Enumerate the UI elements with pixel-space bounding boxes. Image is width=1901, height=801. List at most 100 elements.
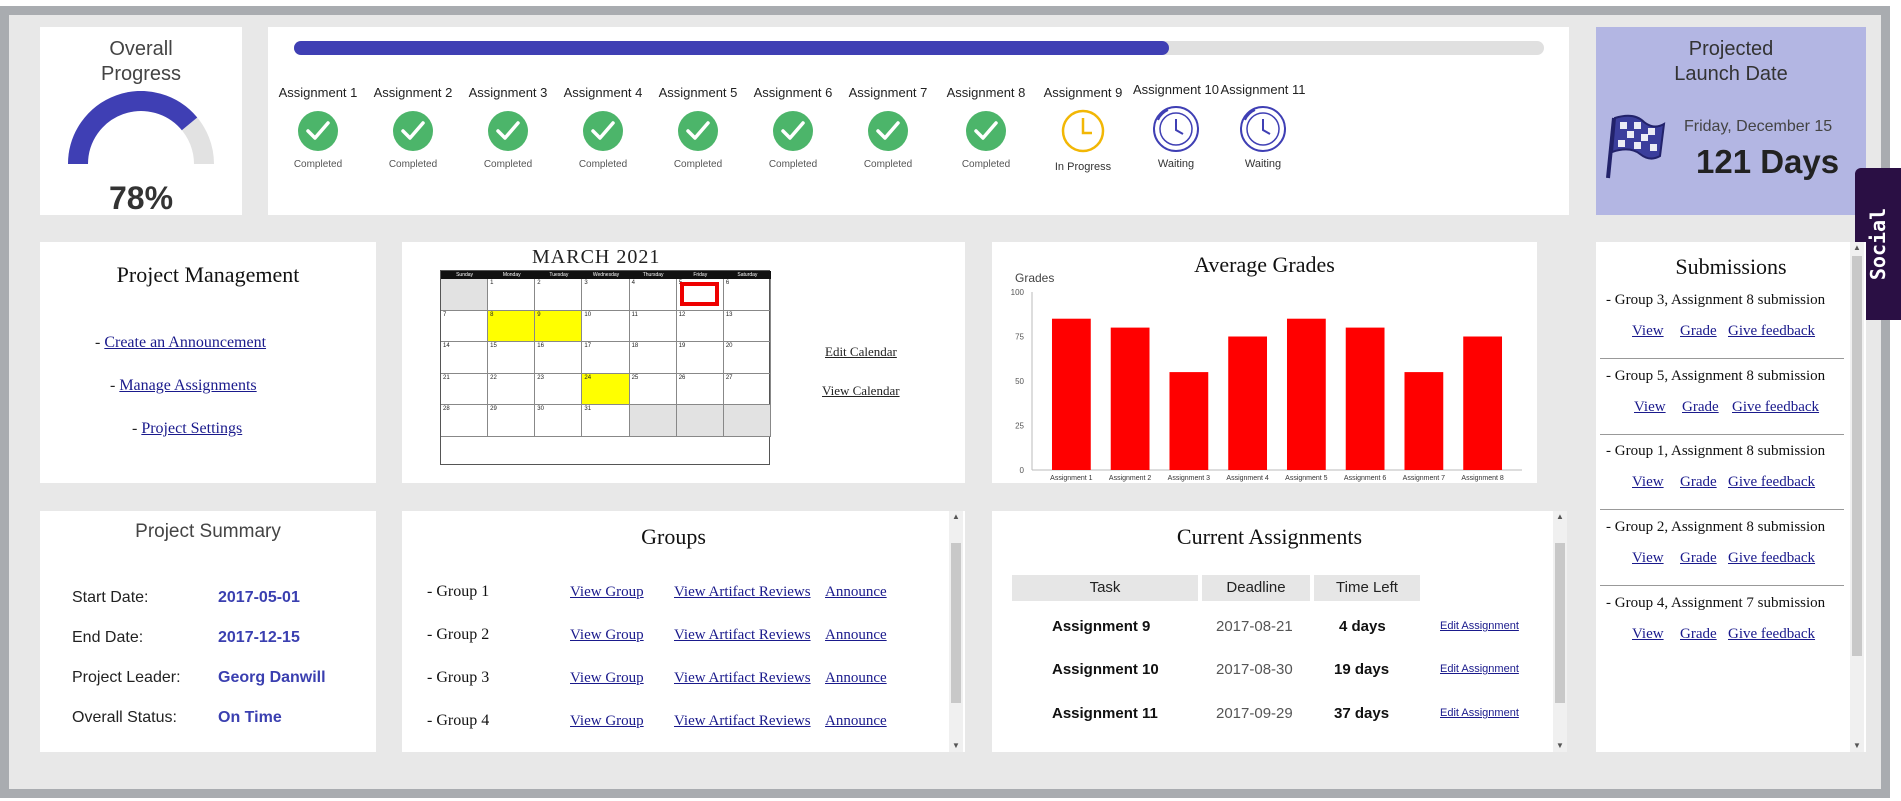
- current-assignments-scrollbar[interactable]: ▲ ▼: [1553, 511, 1567, 752]
- grade-bar[interactable]: [1463, 336, 1503, 471]
- view-submission-link[interactable]: View: [1634, 399, 1666, 416]
- calendar-day-cell[interactable]: [723, 405, 771, 437]
- view-group-link[interactable]: View Group: [570, 627, 644, 644]
- announce-link[interactable]: Announce: [825, 584, 887, 601]
- assignment-milestone[interactable]: Assignment 6 Completed: [738, 85, 848, 170]
- announce-link[interactable]: Announce: [825, 713, 887, 730]
- grade-submission-link[interactable]: Grade: [1680, 550, 1717, 567]
- calendar-day-cell[interactable]: 21: [441, 373, 489, 405]
- calendar-day-cell[interactable]: 6: [723, 279, 771, 311]
- submissions-scroll-thumb[interactable]: [1852, 256, 1862, 656]
- grade-bar[interactable]: [1169, 372, 1209, 470]
- assignment-milestone[interactable]: Assignment 5 Completed: [643, 85, 753, 170]
- manage-assignments-link[interactable]: Manage Assignments: [119, 377, 256, 394]
- view-artifact-reviews-link[interactable]: View Artifact Reviews: [674, 627, 811, 644]
- give-feedback-link[interactable]: Give feedback: [1728, 474, 1815, 491]
- edit-assignment-link[interactable]: Edit Assignment: [1440, 663, 1519, 675]
- calendar-day-cell[interactable]: 14: [441, 342, 489, 374]
- calendar-grid[interactable]: Sunday Monday Tuesday Wednesday Thursday Frid…: [440, 270, 771, 465]
- submissions-scrollbar[interactable]: ▲ ▼: [1850, 242, 1864, 752]
- calendar-day-number: 22: [490, 374, 497, 381]
- grade-submission-link[interactable]: Grade: [1680, 626, 1717, 643]
- calendar-day-cell[interactable]: 13: [723, 310, 771, 342]
- assignment-milestone[interactable]: Assignment 7 Completed: [833, 85, 943, 170]
- view-group-link[interactable]: View Group: [570, 584, 644, 601]
- assignment-milestone[interactable]: Assignment 2 Completed: [358, 85, 468, 170]
- view-artifact-reviews-link[interactable]: View Artifact Reviews: [674, 713, 811, 730]
- calendar-day-cell[interactable]: 2: [535, 279, 583, 311]
- announce-link[interactable]: Announce: [825, 627, 887, 644]
- grade-bar[interactable]: [1228, 336, 1268, 471]
- calendar-day-cell[interactable]: 31: [582, 405, 630, 437]
- view-submission-link[interactable]: View: [1632, 626, 1664, 643]
- grade-bar[interactable]: [1051, 318, 1091, 470]
- create-announcement-link[interactable]: Create an Announcement: [104, 334, 266, 351]
- assignment-milestone[interactable]: Assignment 11 Waiting: [1208, 82, 1318, 170]
- give-feedback-link[interactable]: Give feedback: [1732, 399, 1819, 416]
- assignment-milestone[interactable]: Assignment 8 Completed: [931, 85, 1041, 170]
- calendar-day-cell[interactable]: [629, 405, 677, 437]
- edit-assignment-link[interactable]: Edit Assignment: [1440, 620, 1519, 632]
- view-submission-link[interactable]: View: [1632, 323, 1664, 340]
- calendar-day-cell[interactable]: [676, 405, 724, 437]
- calendar-day-cell[interactable]: 17: [582, 342, 630, 374]
- scroll-up-icon[interactable]: ▲: [949, 511, 963, 523]
- calendar-day-cell[interactable]: 4: [629, 279, 677, 311]
- scroll-down-icon[interactable]: ▼: [1850, 740, 1864, 752]
- calendar-day-cell[interactable]: 18: [629, 342, 677, 374]
- calendar-day-cell[interactable]: [441, 279, 489, 311]
- view-artifact-reviews-link[interactable]: View Artifact Reviews: [674, 670, 811, 687]
- give-feedback-link[interactable]: Give feedback: [1728, 550, 1815, 567]
- calendar-day-cell[interactable]: 27: [723, 373, 771, 405]
- grade-bar[interactable]: [1110, 327, 1150, 470]
- calendar-day-cell[interactable]: 24: [582, 373, 630, 405]
- assignment-milestone[interactable]: Assignment 4 Completed: [548, 85, 658, 170]
- scroll-up-icon[interactable]: ▲: [1553, 511, 1567, 523]
- assignment-milestone[interactable]: Assignment 3 Completed: [453, 85, 563, 170]
- view-submission-link[interactable]: View: [1632, 550, 1664, 567]
- calendar-day-cell[interactable]: 12: [676, 310, 724, 342]
- calendar-day-cell[interactable]: 29: [488, 405, 536, 437]
- calendar-day-cell[interactable]: 15: [488, 342, 536, 374]
- view-submission-link[interactable]: View: [1632, 474, 1664, 491]
- assignment-milestone[interactable]: Assignment 1 Completed: [263, 85, 373, 170]
- groups-scroll-thumb[interactable]: [951, 543, 961, 703]
- calendar-day-cell[interactable]: 7: [441, 310, 489, 342]
- announce-link[interactable]: Announce: [825, 670, 887, 687]
- view-group-link[interactable]: View Group: [570, 670, 644, 687]
- calendar-day-cell[interactable]: 23: [535, 373, 583, 405]
- scroll-down-icon[interactable]: ▼: [949, 740, 963, 752]
- grade-submission-link[interactable]: Grade: [1680, 323, 1717, 340]
- calendar-day-cell[interactable]: 28: [441, 405, 489, 437]
- grade-bar[interactable]: [1404, 372, 1444, 470]
- project-settings-link[interactable]: Project Settings: [141, 420, 242, 437]
- give-feedback-link[interactable]: Give feedback: [1728, 626, 1815, 643]
- calendar-day-cell[interactable]: 22: [488, 373, 536, 405]
- edit-assignment-link[interactable]: Edit Assignment: [1440, 707, 1519, 719]
- grade-submission-link[interactable]: Grade: [1680, 474, 1717, 491]
- grade-bar[interactable]: [1345, 327, 1385, 470]
- calendar-day-cell[interactable]: 19: [676, 342, 724, 374]
- grade-submission-link[interactable]: Grade: [1682, 399, 1719, 416]
- calendar-day-cell[interactable]: 11: [629, 310, 677, 342]
- grade-bar[interactable]: [1286, 318, 1326, 470]
- calendar-day-cell[interactable]: 8: [488, 310, 536, 342]
- scroll-up-icon[interactable]: ▲: [1850, 242, 1864, 254]
- calendar-day-cell[interactable]: 10: [582, 310, 630, 342]
- calendar-day-cell[interactable]: 30: [535, 405, 583, 437]
- calendar-day-cell[interactable]: 1: [488, 279, 536, 311]
- view-calendar-link[interactable]: View Calendar: [822, 383, 900, 399]
- calendar-day-cell[interactable]: 3: [582, 279, 630, 311]
- current-scroll-thumb[interactable]: [1555, 543, 1565, 703]
- calendar-day-cell[interactable]: 20: [723, 342, 771, 374]
- calendar-day-cell[interactable]: 9: [535, 310, 583, 342]
- scroll-down-icon[interactable]: ▼: [1553, 740, 1567, 752]
- calendar-day-cell[interactable]: 26: [676, 373, 724, 405]
- calendar-day-cell[interactable]: 25: [629, 373, 677, 405]
- view-artifact-reviews-link[interactable]: View Artifact Reviews: [674, 584, 811, 601]
- view-group-link[interactable]: View Group: [570, 713, 644, 730]
- groups-scrollbar[interactable]: ▲ ▼: [949, 511, 963, 752]
- calendar-day-cell[interactable]: 16: [535, 342, 583, 374]
- give-feedback-link[interactable]: Give feedback: [1728, 323, 1815, 340]
- edit-calendar-link[interactable]: Edit Calendar: [825, 344, 897, 360]
